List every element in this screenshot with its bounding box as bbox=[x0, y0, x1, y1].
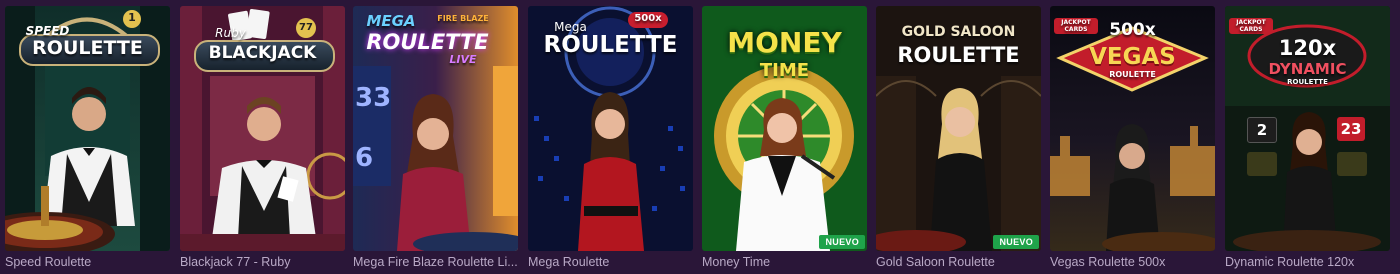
logo-top-text: 500x bbox=[1109, 20, 1156, 40]
number-box-black: 2 bbox=[1247, 117, 1277, 143]
svg-text:33: 33 bbox=[355, 83, 391, 113]
logo-top-text: GOLD SALOON bbox=[901, 24, 1016, 40]
logo-top-text: Ruby bbox=[215, 26, 246, 40]
new-badge: NUEVO bbox=[993, 235, 1039, 249]
game-card-dynamic-roulette-120x[interactable]: JACKPOT CARDS 120x DYNAMIC ROULETTE 2 23… bbox=[1225, 6, 1390, 272]
logo-top-text: MONEY bbox=[727, 26, 842, 59]
logo-fire-text: FIRE BLAZE bbox=[437, 14, 489, 23]
logo-main-text: ROULETTE bbox=[897, 43, 1020, 67]
multiplier-text: 500x bbox=[634, 13, 662, 24]
svg-text:6: 6 bbox=[355, 143, 373, 173]
logo-main-text: DYNAMIC bbox=[1268, 60, 1347, 78]
logo-main-text: ROULETTE bbox=[32, 37, 143, 59]
game-thumbnail[interactable]: 33 6 MEGA FIRE BLAZE ROULETTE LIVE bbox=[353, 6, 518, 251]
chip-number: 77 bbox=[299, 22, 313, 33]
game-card-money-time[interactable]: MONEY TIME NUEVO Money Time bbox=[702, 6, 867, 272]
game-thumbnail[interactable]: JACKPOT CARDS 120x DYNAMIC ROULETTE 2 23 bbox=[1225, 6, 1390, 251]
game-card-vegas-roulette-500x[interactable]: JACKPOT CARDS 500x VEGAS ROULETTE Vegas … bbox=[1050, 6, 1215, 272]
logo-top-text: SPEED bbox=[25, 24, 70, 38]
game-card-blackjack-77-ruby[interactable]: Ruby BLACKJACK 77 Blackjack 77 - Ruby bbox=[180, 6, 345, 272]
new-badge: NUEVO bbox=[819, 235, 865, 249]
game-title[interactable]: Money Time bbox=[702, 255, 867, 269]
logo-top-text: 120x bbox=[1278, 36, 1337, 60]
game-title[interactable]: Mega Roulette bbox=[528, 255, 693, 269]
number-box-red: 23 bbox=[1337, 117, 1365, 141]
logo-main-text: VEGAS bbox=[1089, 44, 1176, 70]
game-title[interactable]: Gold Saloon Roulette bbox=[876, 255, 1041, 269]
chip-number: 1 bbox=[128, 11, 136, 24]
game-thumbnail[interactable]: SPEED ROULETTE 1 bbox=[5, 6, 170, 251]
logo-main-text: ROULETTE bbox=[543, 32, 678, 58]
logo-main-text: BLACKJACK bbox=[208, 43, 317, 63]
game-title[interactable]: Speed Roulette bbox=[5, 255, 170, 269]
logo-top-text: MEGA bbox=[366, 12, 416, 30]
game-thumbnail[interactable]: Ruby BLACKJACK 77 bbox=[180, 6, 345, 251]
logo-main-text: ROULETTE bbox=[366, 30, 489, 54]
game-thumbnail[interactable]: GOLD SALOON ROULETTE NUEVO bbox=[876, 6, 1041, 251]
logo-sub-text: LIVE bbox=[449, 53, 477, 66]
game-thumbnail[interactable]: JACKPOT CARDS 500x VEGAS ROULETTE bbox=[1050, 6, 1215, 251]
game-card-speed-roulette[interactable]: SPEED ROULETTE 1 Speed Roulette bbox=[5, 6, 170, 272]
game-card-gold-saloon-roulette[interactable]: GOLD SALOON ROULETTE NUEVO Gold Saloon R… bbox=[876, 6, 1041, 272]
jackpot-text: JACKPOT CARDS bbox=[1236, 19, 1266, 33]
game-thumbnail[interactable]: MONEY TIME NUEVO bbox=[702, 6, 867, 251]
logo-main-text: TIME bbox=[759, 60, 810, 81]
game-title[interactable]: Dynamic Roulette 120x bbox=[1225, 255, 1390, 269]
game-title[interactable]: Vegas Roulette 500x bbox=[1050, 255, 1215, 269]
game-title[interactable]: Blackjack 77 - Ruby bbox=[180, 255, 345, 269]
game-card-mega-fire-blaze-roulette[interactable]: 33 6 MEGA FIRE BLAZE ROULETTE LIVE Mega … bbox=[353, 6, 518, 272]
logo-sub-text: ROULETTE bbox=[1287, 78, 1328, 86]
game-title[interactable]: Mega Fire Blaze Roulette Li... bbox=[353, 255, 518, 269]
game-thumbnail[interactable]: Mega ROULETTE 500x bbox=[528, 6, 693, 251]
logo-sub-text: ROULETTE bbox=[1109, 70, 1156, 79]
game-carousel-row: SPEED ROULETTE 1 Speed Roulette Ruby BLA… bbox=[0, 0, 1400, 274]
game-card-mega-roulette[interactable]: Mega ROULETTE 500x Mega Roulette bbox=[528, 6, 693, 272]
